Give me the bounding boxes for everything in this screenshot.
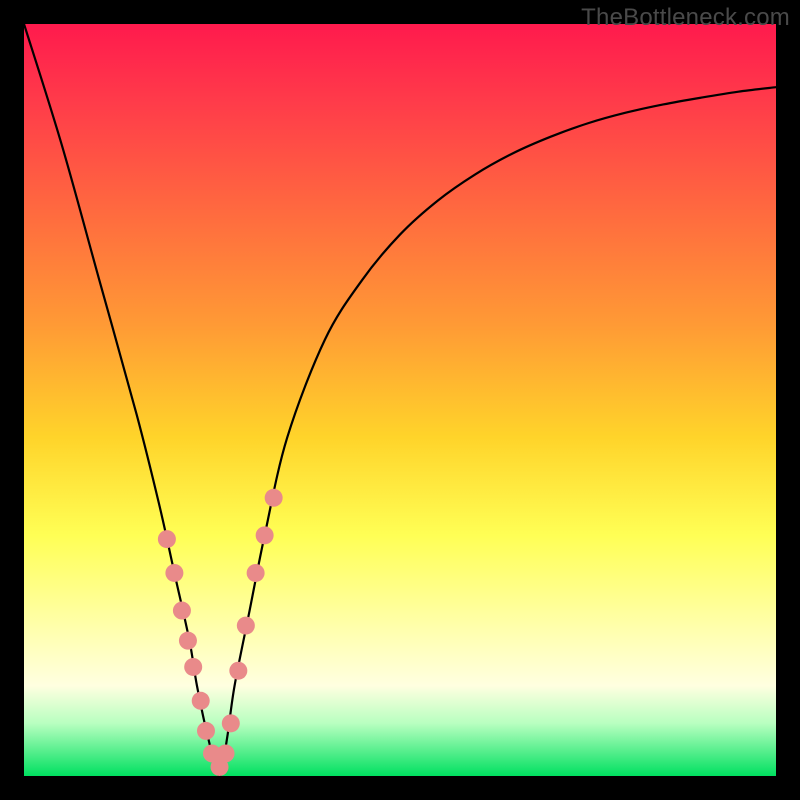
data-point — [179, 632, 197, 650]
data-point — [158, 530, 176, 548]
data-point — [237, 617, 255, 635]
curve-svg — [24, 24, 776, 776]
plot-area — [24, 24, 776, 776]
data-point — [229, 662, 247, 680]
data-point — [217, 744, 235, 762]
watermark-text: TheBottleneck.com — [581, 4, 790, 32]
data-point — [265, 489, 283, 507]
data-point — [256, 526, 274, 544]
chart-frame: TheBottleneck.com — [0, 0, 800, 800]
data-point — [222, 714, 240, 732]
data-point — [173, 602, 191, 620]
marker-group — [158, 489, 283, 776]
data-point — [247, 564, 265, 582]
bottleneck-curve — [24, 24, 776, 776]
data-point — [165, 564, 183, 582]
data-point — [197, 722, 215, 740]
data-point — [192, 692, 210, 710]
data-point — [184, 658, 202, 676]
